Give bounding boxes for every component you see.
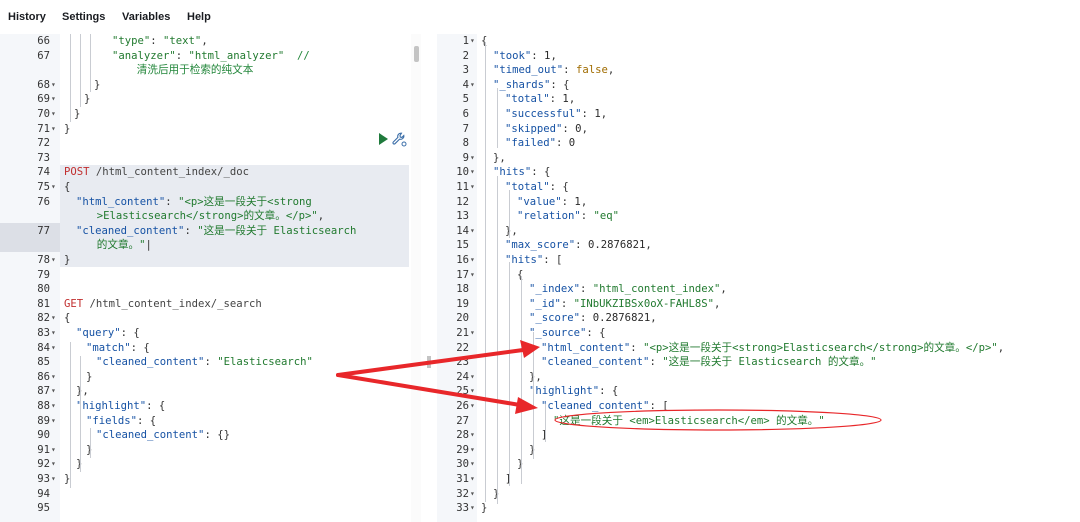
annotation-arrow-source bbox=[336, 348, 525, 377]
annotation-ellipse bbox=[554, 409, 882, 431]
annotation-overlay bbox=[336, 340, 882, 431]
annotation-arrowhead-highlight bbox=[515, 397, 538, 414]
annotation-arrowhead-source bbox=[520, 340, 540, 358]
annotation-arrow-highlight bbox=[336, 373, 522, 407]
